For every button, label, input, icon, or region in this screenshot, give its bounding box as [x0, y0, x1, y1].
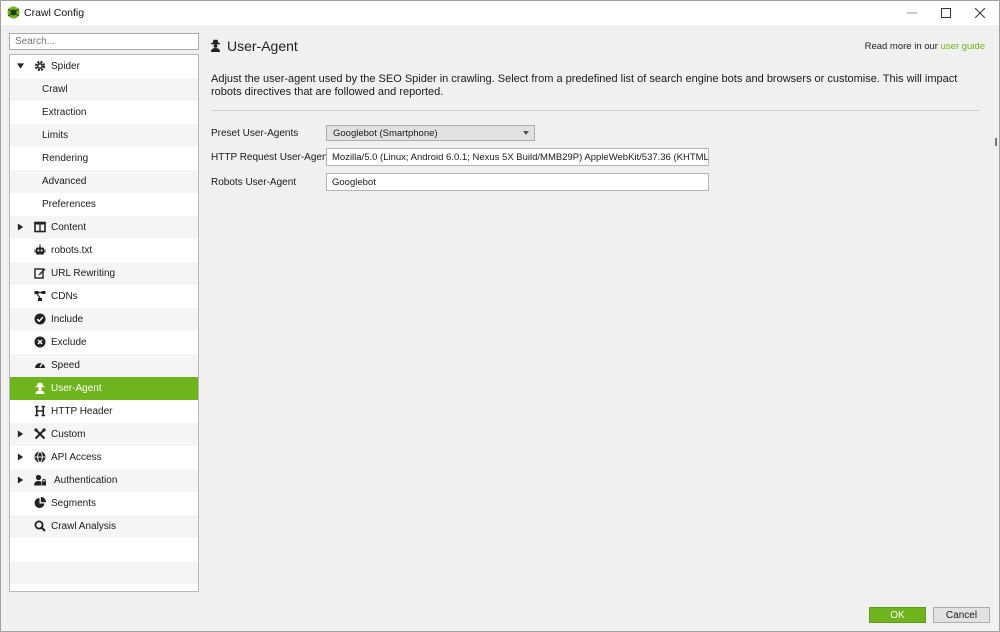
sidebar-item-crawl[interactable]: Crawl: [10, 78, 198, 101]
sidebar-tree: Spider Crawl Extraction Limits Rendering…: [9, 54, 199, 592]
sidebar-item-label: Preferences: [42, 199, 96, 210]
http-request-user-agent-label: HTTP Request User-Agent: [211, 152, 331, 163]
sidebar-empty-row: [10, 538, 198, 561]
collapsed-arrow-icon: [17, 430, 24, 438]
globe-icon: [34, 451, 46, 463]
sidebar-item-label: Speed: [51, 360, 80, 371]
sidebar-item-custom[interactable]: Custom: [10, 423, 198, 446]
sidebar-item-crawl-analysis[interactable]: Crawl Analysis: [10, 515, 198, 538]
minimize-icon: [907, 12, 917, 14]
gear-icon: [34, 60, 46, 72]
maximize-button[interactable]: [929, 1, 963, 25]
divider: [211, 110, 979, 111]
tools-icon: [34, 428, 46, 440]
user-secret-icon: [35, 382, 45, 394]
cancel-button[interactable]: Cancel: [933, 607, 990, 623]
close-icon: [975, 8, 985, 18]
sidebar-item-label: Crawl: [42, 84, 68, 95]
crawl-config-window: Crawl Config Spider Crawl Extraction Lim…: [0, 0, 1000, 632]
gauge-icon: [35, 362, 45, 368]
collapsed-arrow-icon: [17, 476, 24, 484]
sidebar-item-label: Extraction: [42, 107, 87, 118]
sidebar-item-api-access[interactable]: API Access: [10, 446, 198, 469]
user-secret-icon: [211, 39, 220, 52]
sidebar-item-advanced[interactable]: Advanced: [10, 170, 198, 193]
sidebar-item-label: Spider: [51, 61, 80, 72]
pie-icon: [34, 497, 46, 508]
edit-icon: [34, 268, 46, 279]
check-circle-icon: [34, 313, 46, 325]
robots-user-agent-field[interactable]: Googlebot: [326, 173, 709, 191]
sidebar-item-label: HTTP Header: [51, 406, 113, 417]
sidebar-item-label: Content: [51, 222, 87, 233]
http-request-user-agent-field[interactable]: Mozilla/5.0 (Linux; Android 6.0.1; Nexus…: [326, 148, 709, 166]
columns-icon: [34, 221, 46, 233]
heading-icon: [35, 405, 45, 417]
sidebar-item-user-agent[interactable]: User-Agent: [10, 377, 198, 400]
page-description: Adjust the user-agent used by the SEO Sp…: [211, 73, 958, 98]
sidebar-item-label: User-Agent: [51, 383, 102, 394]
user-lock-icon: [34, 474, 46, 486]
page-title: User-Agent: [227, 38, 298, 54]
resize-marker: [995, 138, 997, 146]
x-circle-icon: [34, 336, 46, 348]
spider-app-icon: [7, 6, 20, 19]
preset-user-agents-select[interactable]: Googlebot (Smartphone): [326, 125, 535, 141]
sidebar-item-label: Crawl Analysis: [51, 521, 117, 532]
preset-user-agents-label: Preset User-Agents: [211, 128, 299, 139]
sidebar-item-label: API Access: [51, 452, 102, 463]
sidebar-item-label: Custom: [51, 429, 86, 440]
sidebar-item-content[interactable]: Content: [10, 216, 198, 239]
sidebar-item-segments[interactable]: Segments: [10, 492, 198, 515]
sidebar-item-authentication[interactable]: Authentication: [10, 469, 198, 492]
sidebar-item-http-header[interactable]: HTTP Header: [10, 400, 198, 423]
sidebar-empty-row: [10, 561, 198, 584]
read-more-text: Read more in our user guide: [865, 41, 985, 52]
sidebar-item-label: URL Rewriting: [51, 268, 116, 279]
robot-icon: [34, 244, 46, 255]
ok-button[interactable]: OK: [869, 607, 926, 623]
sidebar-item-preferences[interactable]: Preferences: [10, 193, 198, 216]
user-guide-link[interactable]: user guide: [941, 41, 985, 52]
maximize-icon: [941, 8, 951, 18]
expanded-arrow-icon: [17, 63, 24, 69]
minimize-button[interactable]: [895, 1, 929, 25]
sidebar-item-limits[interactable]: Limits: [10, 124, 198, 147]
robots-user-agent-label: Robots User-Agent: [211, 177, 297, 188]
sidebar-item-rendering[interactable]: Rendering: [10, 147, 198, 170]
sidebar-item-robots-txt[interactable]: robots.txt: [10, 239, 198, 262]
sidebar-item-exclude[interactable]: Exclude: [10, 331, 198, 354]
search-icon: [34, 520, 46, 532]
sidebar-item-label: Include: [51, 314, 84, 325]
sidebar-item-label: Exclude: [51, 337, 87, 348]
sidebar-item-label: Advanced: [42, 176, 87, 187]
sidebar-item-speed[interactable]: Speed: [10, 354, 198, 377]
preset-user-agents-value: Googlebot (Smartphone): [333, 128, 438, 139]
sidebar-item-label: Authentication: [54, 475, 118, 486]
sidebar-item-url-rewriting[interactable]: URL Rewriting: [10, 262, 198, 285]
collapsed-arrow-icon: [17, 223, 24, 231]
sidebar-item-cdns[interactable]: CDNs: [10, 285, 198, 308]
collapsed-arrow-icon: [17, 453, 24, 461]
sidebar-item-spider[interactable]: Spider: [10, 55, 198, 78]
sidebar-item-label: robots.txt: [51, 245, 93, 256]
close-button[interactable]: [963, 1, 997, 25]
read-more-prefix: Read more in our: [864, 41, 941, 52]
sidebar-item-label: Rendering: [42, 153, 89, 164]
sidebar-item-label: Limits: [42, 130, 69, 141]
title-bar: Crawl Config: [1, 1, 999, 25]
sidebar-item-extraction[interactable]: Extraction: [10, 101, 198, 124]
window-title: Crawl Config: [24, 7, 85, 19]
sidebar-item-label: Segments: [51, 498, 97, 509]
sidebar-search-input[interactable]: [9, 33, 199, 50]
sidebar-item-label: CDNs: [51, 291, 78, 302]
chevron-down-icon: [523, 131, 529, 135]
network-icon: [34, 291, 46, 301]
sidebar-item-include[interactable]: Include: [10, 308, 198, 331]
